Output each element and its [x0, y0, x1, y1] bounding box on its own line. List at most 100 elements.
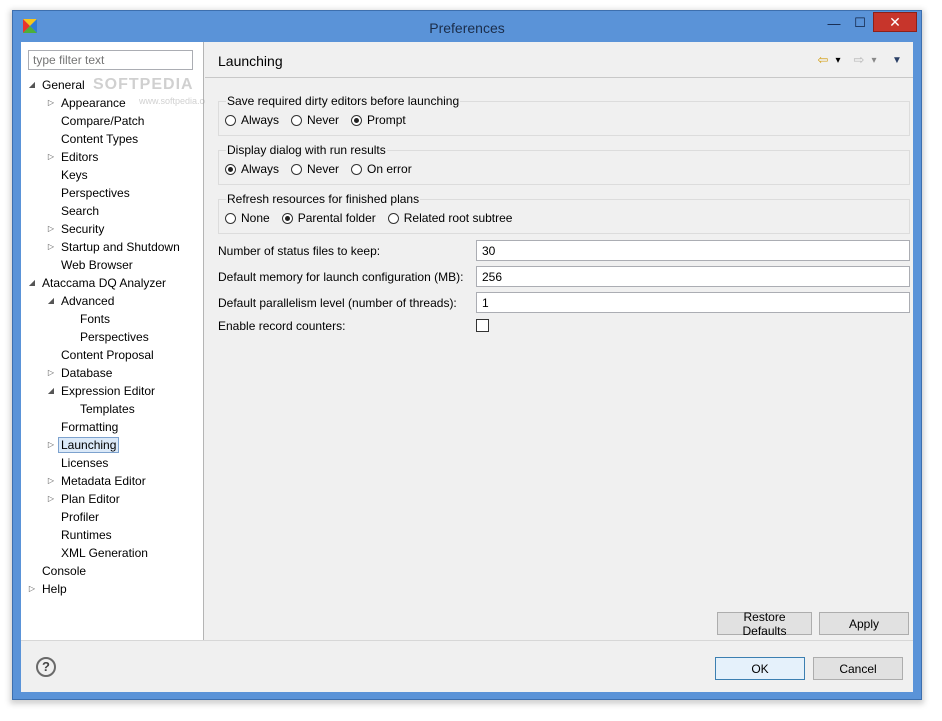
page-title: Launching — [218, 53, 283, 69]
radio-dot — [281, 212, 293, 224]
radio-save-never[interactable]: Never — [291, 113, 339, 127]
collapsed-arrow-icon[interactable]: ▷ — [46, 238, 56, 256]
preference-tree-pane: SOFTPEDIA www.softpedia.com ◢General▷App… — [21, 42, 217, 640]
tree-item-content-proposal[interactable]: Content Proposal — [58, 346, 157, 364]
status-files-input[interactable] — [476, 240, 910, 261]
filter-input[interactable] — [28, 50, 193, 70]
collapsed-arrow-icon[interactable]: ▷ — [46, 436, 56, 454]
maximize-button[interactable]: ☐ — [847, 13, 873, 33]
preferences-window: Preferences — ☐ ✕ SOFTPEDIA www.softpedi… — [12, 10, 922, 700]
collapsed-arrow-icon[interactable]: ▷ — [27, 580, 37, 598]
group-title-refresh: Refresh resources for finished plans — [226, 192, 421, 206]
no-expander — [46, 454, 56, 472]
no-expander — [65, 400, 75, 418]
tree-item-compare-patch[interactable]: Compare/Patch — [58, 112, 147, 130]
tree-item-licenses[interactable]: Licenses — [58, 454, 111, 472]
help-icon[interactable]: ? — [36, 657, 56, 677]
tree-item-plan-editor[interactable]: ▷ Plan Editor — [48, 490, 123, 508]
back-menu-icon[interactable]: ▾ — [833, 52, 843, 68]
tree-item-label: Web Browser — [61, 258, 133, 272]
no-expander — [46, 166, 56, 184]
tree-item-label: Perspectives — [61, 186, 130, 200]
tree-item-formatting[interactable]: Formatting — [58, 418, 121, 436]
collapsed-arrow-icon[interactable]: ▷ — [46, 220, 56, 238]
no-expander — [46, 418, 56, 436]
radio-refresh-parental-folder[interactable]: Parental folder — [281, 211, 376, 225]
collapsed-arrow-icon[interactable]: ▷ — [46, 148, 56, 166]
radio-row-refresh: None Parental folder Related root subtre… — [225, 209, 524, 227]
tree-item-perspectives[interactable]: Perspectives — [58, 184, 133, 202]
tree-item-editors[interactable]: ▷ Editors — [48, 148, 101, 166]
label-status-files: Number of status files to keep: — [218, 244, 381, 258]
tree-item-perspectives[interactable]: Perspectives — [77, 328, 152, 346]
tree-item-label: Database — [61, 366, 113, 380]
tree-item-web-browser[interactable]: Web Browser — [58, 256, 136, 274]
default-memory-input[interactable] — [476, 266, 910, 287]
tree-item-advanced[interactable]: ◢ Advanced — [48, 292, 117, 310]
tree-item-security[interactable]: ▷ Security — [48, 220, 107, 238]
expanded-arrow-icon[interactable]: ◢ — [27, 274, 37, 292]
tree-item-metadata-editor[interactable]: ▷ Metadata Editor — [48, 472, 149, 490]
tree-item-launching[interactable]: ▷ Launching — [48, 436, 120, 454]
restore-defaults-button[interactable]: Restore Defaults — [717, 610, 812, 638]
tree-item-appearance[interactable]: ▷ Appearance — [48, 94, 129, 112]
tree-item-content-types[interactable]: Content Types — [58, 130, 141, 148]
radio-dot — [225, 163, 236, 175]
tree-item-profiler[interactable]: Profiler — [58, 508, 102, 526]
tree-item-xml-generation[interactable]: XML Generation — [58, 544, 151, 562]
cancel-button[interactable]: Cancel — [813, 657, 903, 680]
title-bar[interactable]: Preferences — ☐ ✕ — [13, 11, 921, 42]
tree-item-search[interactable]: Search — [58, 202, 102, 220]
group-title-display: Display dialog with run results — [226, 143, 387, 157]
tree-item-ataccama-dq-analyzer[interactable]: ◢ Ataccama DQ Analyzer — [29, 274, 169, 292]
tree-item-help[interactable]: ▷ Help — [29, 580, 70, 598]
forward-arrow-icon[interactable]: ⇨ — [851, 52, 867, 68]
radio-refresh-none[interactable]: None — [225, 211, 270, 225]
tree-item-label: Metadata Editor — [61, 474, 146, 488]
record-counters-checkbox[interactable] — [476, 319, 489, 332]
apply-button[interactable]: Apply — [819, 612, 909, 635]
collapsed-arrow-icon[interactable]: ▷ — [46, 472, 56, 490]
parallelism-input[interactable] — [476, 292, 910, 313]
close-button[interactable]: ✕ — [873, 12, 917, 32]
radio-save-prompt[interactable]: Prompt — [351, 113, 406, 127]
tree-item-label: Startup and Shutdown — [61, 240, 180, 254]
collapsed-arrow-icon[interactable]: ▷ — [46, 94, 56, 112]
radio-save-always[interactable]: Always — [225, 113, 279, 127]
tree-item-fonts[interactable]: Fonts — [77, 310, 113, 328]
tree-item-label: Security — [61, 222, 105, 236]
tree-item-expression-editor[interactable]: ◢ Expression Editor — [48, 382, 158, 400]
no-expander — [46, 130, 56, 148]
radio-refresh-related-root[interactable]: Related root subtree — [387, 211, 512, 225]
tree-item-console[interactable]: Console — [39, 562, 89, 580]
preference-page: Launching ⇦ ▾ ⇨ ▾ ▼ Save required dirty … — [205, 42, 913, 640]
back-arrow-icon[interactable]: ⇦ — [815, 52, 831, 68]
view-menu-icon[interactable]: ▼ — [891, 52, 903, 68]
no-expander — [65, 328, 75, 346]
expanded-arrow-icon[interactable]: ◢ — [27, 76, 37, 94]
expanded-arrow-icon[interactable]: ◢ — [46, 382, 56, 400]
radio-dot — [351, 114, 363, 126]
tree-item-templates[interactable]: Templates — [77, 400, 138, 418]
tree-item-database[interactable]: ▷ Database — [48, 364, 115, 382]
tree-item-keys[interactable]: Keys — [58, 166, 91, 184]
ok-button[interactable]: OK — [715, 657, 805, 680]
tree-item-runtimes[interactable]: Runtimes — [58, 526, 115, 544]
tree-item-label: Expression Editor — [61, 384, 156, 398]
tree-item-general[interactable]: ◢ General — [29, 76, 88, 94]
tree-item-startup-and-shutdown[interactable]: ▷ Startup and Shutdown — [48, 238, 183, 256]
tree-item-label: Licenses — [61, 456, 109, 470]
collapsed-arrow-icon[interactable]: ▷ — [46, 490, 56, 508]
radio-display-on-error[interactable]: On error — [351, 162, 412, 176]
no-expander — [46, 202, 56, 220]
radio-display-always[interactable]: Always — [225, 162, 279, 176]
expanded-arrow-icon[interactable]: ◢ — [46, 292, 56, 310]
no-expander — [27, 562, 37, 580]
minimize-button[interactable]: — — [821, 13, 847, 33]
tree-item-label: Launching — [58, 437, 120, 453]
collapsed-arrow-icon[interactable]: ▷ — [46, 364, 56, 382]
tree-item-label: General — [42, 78, 85, 92]
tree-item-label: Perspectives — [80, 330, 149, 344]
radio-display-never[interactable]: Never — [291, 162, 339, 176]
forward-menu-icon[interactable]: ▾ — [869, 52, 879, 68]
